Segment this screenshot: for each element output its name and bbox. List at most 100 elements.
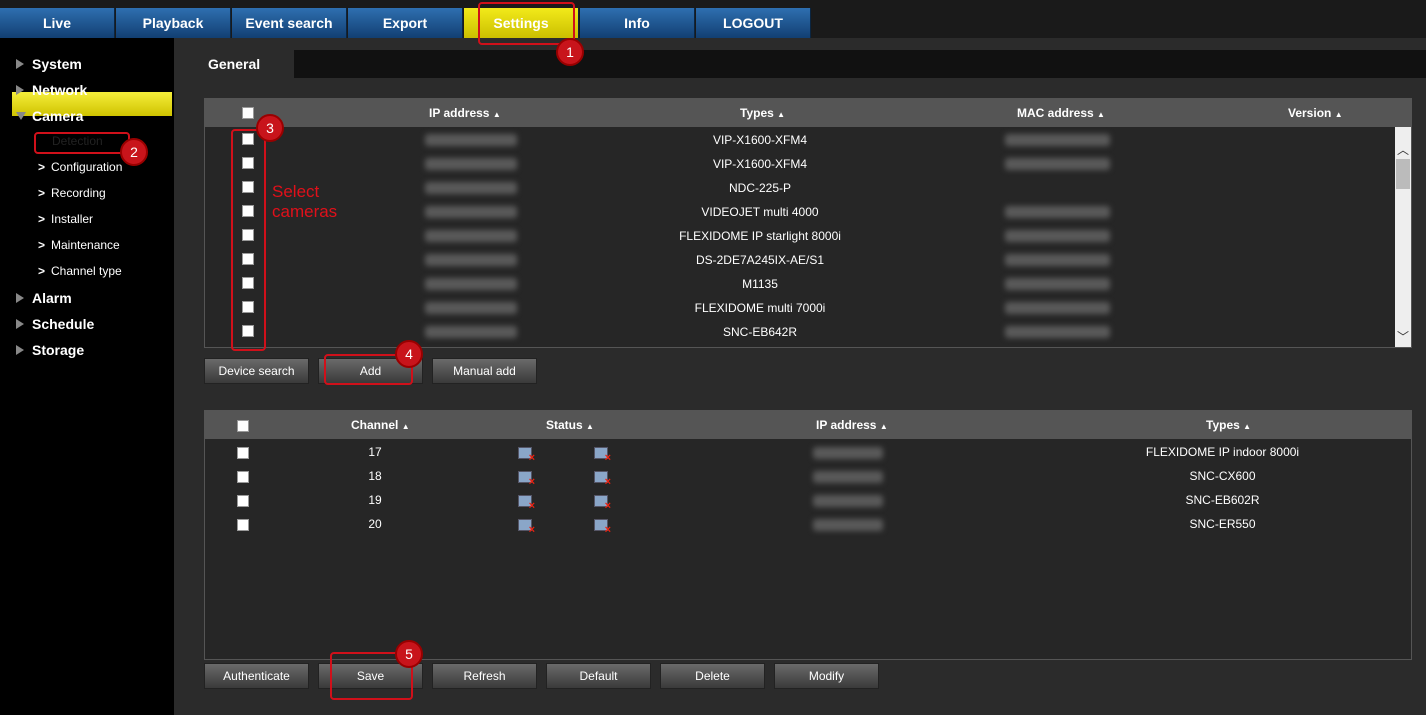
sidebar-sub-channel-type[interactable]: > Channel type <box>38 264 122 278</box>
ip-address-redacted <box>425 206 517 218</box>
sidebar-item-storage[interactable]: Storage <box>16 342 84 358</box>
row-checkbox[interactable] <box>237 495 249 507</box>
ip-address-redacted <box>813 447 883 459</box>
device-type: SNC-ER550 <box>1189 517 1256 531</box>
ip-address-redacted <box>425 134 517 146</box>
mac-address-redacted <box>1005 326 1110 338</box>
expand-triangle-icon <box>16 85 24 95</box>
device-search-button[interactable]: Device search <box>204 358 309 384</box>
detected-devices-table: IP address ▲ Types ▲ MAC address ▲ Versi… <box>204 98 1412 348</box>
sidebar-sub-installer[interactable]: > Installer <box>38 212 93 226</box>
ip-address-redacted <box>425 158 517 170</box>
sidebar-sub-configuration[interactable]: > Configuration <box>38 160 122 174</box>
sidebar-item-schedule[interactable]: Schedule <box>16 316 94 332</box>
channel-number: 18 <box>368 469 382 483</box>
camera-disconnected-icon <box>594 495 611 512</box>
device-type: VIDEOJET multi 4000 <box>701 205 819 219</box>
tab-event-search[interactable]: Event search <box>232 8 347 38</box>
annotation-number: 2 <box>120 138 148 166</box>
annotation-number: 5 <box>395 640 423 668</box>
device-type: SNC-EB602R <box>1185 493 1260 507</box>
annotation-select-cameras: Select cameras <box>272 182 338 221</box>
tab-info[interactable]: Info <box>580 8 695 38</box>
table-header: IP address ▲ Types ▲ MAC address ▲ Versi… <box>205 99 1411 127</box>
scroll-thumb[interactable] <box>1396 159 1410 189</box>
annotation-number: 3 <box>256 114 284 142</box>
ip-address-redacted <box>813 519 883 531</box>
sidebar-sub-maintenance[interactable]: > Maintenance <box>38 238 120 252</box>
column-header-status[interactable]: Status ▲ <box>546 418 594 432</box>
chevron-right-icon: > <box>38 212 46 226</box>
sidebar-item-system[interactable]: System <box>16 56 82 72</box>
tab-export[interactable]: Export <box>348 8 463 38</box>
sort-arrow-icon: ▲ <box>777 110 786 119</box>
annotation-box-detection <box>34 132 130 154</box>
tab-live[interactable]: Live <box>0 8 115 38</box>
chevron-right-icon: > <box>38 238 46 252</box>
row-checkbox[interactable] <box>237 471 249 483</box>
default-button[interactable]: Default <box>546 663 651 689</box>
device-type: DS-2DE7A245IX-AE/S1 <box>695 253 825 267</box>
annotation-box-checkboxes <box>231 129 266 351</box>
camera-disconnected-icon <box>518 495 535 512</box>
row-checkbox[interactable] <box>237 519 249 531</box>
scrollbar[interactable]: ︿ ﹀ <box>1395 127 1411 347</box>
column-header-version[interactable]: Version ▲ <box>1288 106 1343 120</box>
sidebar-item-alarm[interactable]: Alarm <box>16 290 72 306</box>
sort-arrow-icon: ▲ <box>1243 422 1252 431</box>
ip-address-redacted <box>425 182 517 194</box>
tab-playback[interactable]: Playback <box>116 8 231 38</box>
chevron-right-icon: > <box>38 160 46 174</box>
sort-arrow-icon: ▲ <box>1097 110 1105 119</box>
select-all-checkbox[interactable] <box>242 107 254 119</box>
mac-address-redacted <box>1005 206 1110 218</box>
ip-address-redacted <box>425 278 517 290</box>
scroll-down-icon[interactable]: ﹀ <box>1397 328 1409 345</box>
tab-general[interactable]: General <box>174 50 294 78</box>
column-header-channel[interactable]: Channel ▲ <box>351 418 410 432</box>
column-header-ip[interactable]: IP address ▲ <box>816 418 888 432</box>
device-type: SNC-CX600 <box>1189 469 1256 483</box>
annotation-box-settings <box>478 2 575 45</box>
modify-button[interactable]: Modify <box>774 663 879 689</box>
camera-disconnected-icon <box>594 519 611 536</box>
annotation-number: 4 <box>395 340 423 368</box>
sidebar-item-network[interactable]: Network <box>16 82 87 98</box>
camera-disconnected-icon <box>594 447 611 464</box>
camera-disconnected-icon <box>518 519 535 536</box>
mac-address-redacted <box>1005 230 1110 242</box>
device-type: SNC-EB642R <box>722 325 798 339</box>
device-type: FLEXIDOME IP indoor 8000i <box>1145 445 1300 459</box>
top-navigation: Live Playback Event search Export Settin… <box>0 0 1426 38</box>
channel-number: 20 <box>368 517 382 531</box>
camera-disconnected-icon <box>518 471 535 488</box>
device-type: FLEXIDOME IP starlight 8000i <box>679 229 841 243</box>
sidebar-sub-recording[interactable]: > Recording <box>38 186 106 200</box>
collapse-triangle-icon <box>16 112 26 120</box>
ip-address-redacted <box>425 302 517 314</box>
device-type: M1135 <box>742 277 778 291</box>
tab-logout[interactable]: LOGOUT <box>696 8 811 38</box>
sort-arrow-icon: ▲ <box>879 422 888 431</box>
refresh-button[interactable]: Refresh <box>432 663 537 689</box>
column-header-types[interactable]: Types ▲ <box>1206 418 1251 432</box>
row-checkbox[interactable] <box>237 447 249 459</box>
channel-table: Channel ▲ Status ▲ IP address ▲ Types ▲ … <box>204 410 1412 660</box>
manual-add-button[interactable]: Manual add <box>432 358 537 384</box>
select-all-checkbox[interactable] <box>237 420 249 432</box>
expand-triangle-icon <box>16 345 24 355</box>
delete-button[interactable]: Delete <box>660 663 765 689</box>
column-header-ip[interactable]: IP address ▲ <box>429 106 501 120</box>
chevron-right-icon: > <box>38 186 46 200</box>
mac-address-redacted <box>1005 158 1110 170</box>
sidebar-item-camera[interactable]: Camera <box>16 108 83 124</box>
sort-arrow-icon: ▲ <box>401 422 410 431</box>
authenticate-button[interactable]: Authenticate <box>204 663 309 689</box>
column-header-types[interactable]: Types ▲ <box>740 106 785 120</box>
expand-triangle-icon <box>16 293 24 303</box>
column-header-mac[interactable]: MAC address ▲ <box>1017 106 1105 120</box>
scroll-up-icon[interactable]: ︿ <box>1397 141 1409 158</box>
mac-address-redacted <box>1005 254 1110 266</box>
table-header: Channel ▲ Status ▲ IP address ▲ Types ▲ <box>205 411 1411 439</box>
sort-arrow-icon: ▲ <box>492 110 501 119</box>
